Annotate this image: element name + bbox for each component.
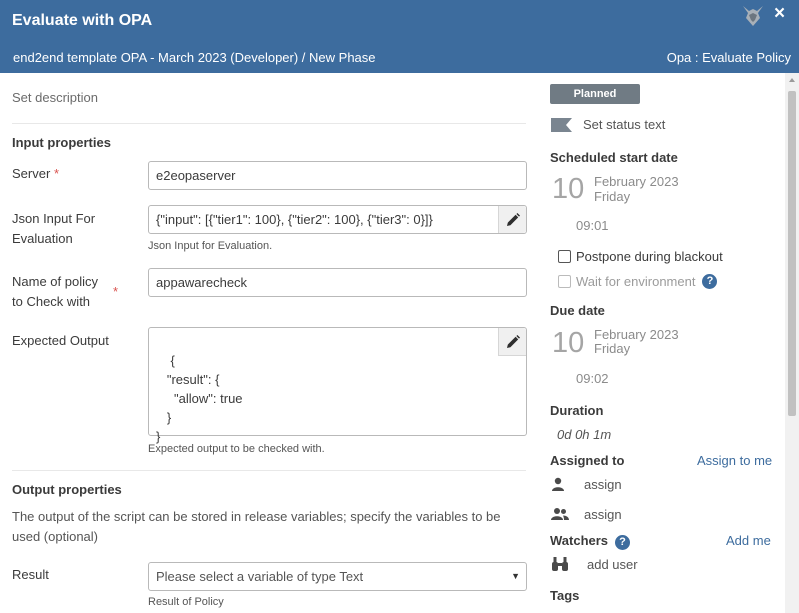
scheduled-month-year[interactable]: February 2023 [594,175,679,189]
dropdown-caret-icon: ▼ [511,571,520,581]
task-type-label: Opa : Evaluate Policy [666,50,791,65]
status-badge: Planned [550,84,640,104]
close-icon[interactable]: × [774,4,785,24]
dialog-header: Evaluate with OPA × end2end template OPA… [0,0,799,73]
users-icon [551,508,569,520]
divider [12,470,526,471]
assigned-to-label: Assigned to [550,453,625,468]
result-select-placeholder: Please select a variable of type Text [156,569,364,584]
edit-json-button[interactable] [498,206,526,233]
required-marker: * [113,284,119,299]
json-input-value: {"input": [{"tier1": 100}, {"tier2": 100… [156,212,433,227]
pencil-icon [506,212,520,226]
assign-to-me-link[interactable]: Assign to me [697,453,772,468]
watchers-label: Watchers? [550,533,631,550]
output-properties-title: Output properties [12,482,122,497]
help-icon[interactable]: ? [702,274,718,289]
breadcrumb: end2end template OPA - March 2023 (Devel… [13,50,376,65]
json-input-help: Json Input for Evaluation. [148,240,273,252]
server-label: Server [12,166,51,181]
scheduled-weekday: Friday [594,189,631,204]
duration-label: Duration [550,403,604,418]
scrollbar[interactable] [785,73,799,613]
expected-output-value: { "result": { "allow": true } } [156,353,243,444]
json-input-label: Json Input For Evaluation [12,211,96,246]
help-icon[interactable]: ? [615,535,631,550]
tags-label: Tags [550,588,580,603]
scrollbar-thumb[interactable] [788,91,796,416]
dialog-title: Evaluate with OPA [12,12,153,29]
policy-name-label: Name of policy to Check with [12,274,98,309]
output-description: The output of the script can be stored i… [12,509,501,544]
result-label: Result [12,567,49,582]
edit-expected-output-button[interactable] [498,328,526,356]
add-me-link[interactable]: Add me [726,533,771,548]
add-watcher-row[interactable]: add user [552,557,638,572]
server-input[interactable]: e2eopaserver [148,161,527,190]
due-month-year[interactable]: February 2023 [594,328,679,342]
scheduled-day[interactable]: 10 [552,174,584,204]
required-marker: * [54,166,60,181]
due-weekday: Friday [594,341,631,356]
result-variable-select[interactable]: Please select a variable of type Text ▼ [148,562,527,591]
set-description-link[interactable]: Set description [12,90,98,105]
expected-output-label: Expected Output [12,333,109,348]
task-details-panel: Set description Input properties Server … [0,73,537,613]
pencil-icon [506,334,520,348]
divider [12,123,526,124]
due-day[interactable]: 10 [552,328,584,358]
postpone-blackout-checkbox[interactable]: Postpone during blackout [558,249,723,264]
input-properties-title: Input properties [12,135,111,150]
expected-output-textarea[interactable]: { "result": { "allow": true } } [148,327,527,444]
assign-team-row[interactable]: assign [551,507,622,522]
checkbox-box[interactable] [558,275,571,288]
user-icon [552,477,564,491]
flag-icon [551,118,572,132]
result-help: Result of Policy [148,596,224,608]
binoculars-icon [552,557,568,571]
scroll-up-arrow-icon[interactable] [789,78,795,82]
expected-output-help: Expected output to be checked with. [148,443,325,455]
assign-user-row[interactable]: assign [551,477,622,492]
set-status-text-link[interactable]: Set status text [583,117,665,132]
due-date-label: Due date [550,303,605,318]
checkbox-box[interactable] [558,250,571,263]
policy-name-input[interactable]: appawarecheck [148,268,527,297]
task-meta-panel: Planned Set status text Scheduled start … [537,73,785,613]
scheduled-time[interactable]: 09:01 [576,218,609,233]
due-time[interactable]: 09:02 [576,371,609,386]
duration-value[interactable]: 0d 0h 1m [557,427,611,442]
wait-environment-checkbox[interactable]: Wait for environment ? [558,274,718,289]
scheduled-start-label: Scheduled start date [550,150,678,165]
json-input-field[interactable]: {"input": [{"tier1": 100}, {"tier2": 100… [148,205,527,234]
opa-logo-icon [741,4,765,28]
